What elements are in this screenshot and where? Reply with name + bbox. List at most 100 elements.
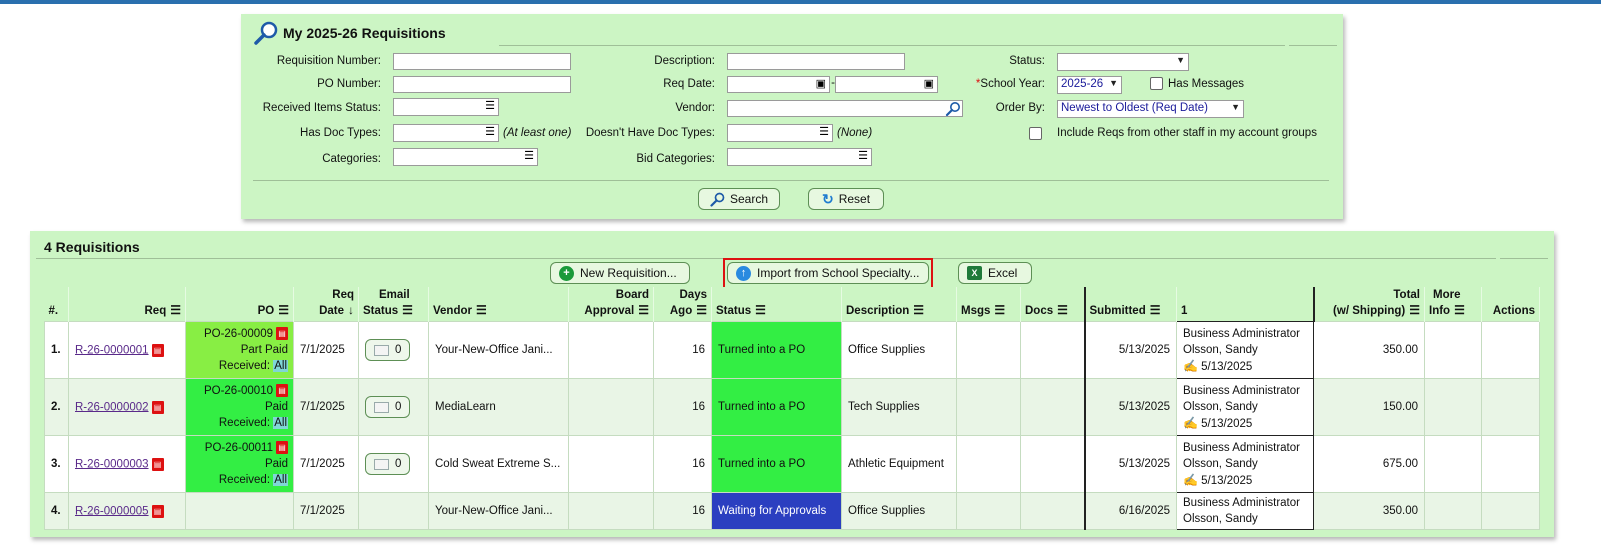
received-status-select[interactable]: ☰ xyxy=(393,98,499,116)
col-status[interactable]: Status ☰ xyxy=(711,287,842,322)
pdf-icon[interactable]: ▤ xyxy=(276,384,288,398)
req-link[interactable]: R-26-0000003 xyxy=(75,458,149,470)
col-total[interactable]: Total (w/ Shipping) ☰ xyxy=(1312,287,1425,322)
col-more-info[interactable]: More Info ☰ xyxy=(1424,287,1482,322)
filter-icon[interactable]: ☰ xyxy=(476,303,487,317)
has-doc-types-select[interactable]: ☰ xyxy=(393,124,499,142)
req-link[interactable]: R-26-0000001 xyxy=(75,344,149,356)
col-po-label: PO xyxy=(257,305,275,317)
categories-select[interactable]: ☰ xyxy=(393,148,538,166)
docs-cell xyxy=(1020,492,1085,530)
sort-down-icon[interactable]: ↓ xyxy=(348,303,354,317)
vendor-input[interactable] xyxy=(727,100,963,117)
col-po[interactable]: PO ☰ xyxy=(185,287,294,322)
filter-icon[interactable]: ☰ xyxy=(638,303,649,317)
new-requisition-button[interactable]: + New Requisition... xyxy=(550,262,690,284)
chevron-down-icon: ▼ xyxy=(1176,55,1185,65)
search-panel: My 2025-26 Requisitions Requisition Numb… xyxy=(241,14,1343,219)
po-number[interactable]: PO-26-00011 xyxy=(205,442,273,454)
col-status-label: Status xyxy=(716,305,752,317)
email-count: 0 xyxy=(395,401,402,413)
filter-icon[interactable]: ☰ xyxy=(994,303,1005,317)
req-date-cell: 7/1/2025 xyxy=(293,492,359,530)
req-date-from-input[interactable]: ▣ xyxy=(727,76,830,93)
row-number: 3. xyxy=(44,435,69,493)
has-messages-checkbox[interactable] xyxy=(1150,77,1163,90)
calendar-icon[interactable]: ▣ xyxy=(924,79,934,90)
filter-icon[interactable]: ☰ xyxy=(170,303,181,317)
school-year-select[interactable]: 2025-26 ▼ xyxy=(1057,76,1122,94)
bid-categories-select[interactable]: ☰ xyxy=(727,148,872,166)
filter-icon[interactable]: ☰ xyxy=(278,303,289,317)
col-approver: 1 xyxy=(1176,287,1314,322)
po-number-input[interactable] xyxy=(393,76,571,93)
include-reqs-checkbox[interactable] xyxy=(1029,127,1042,140)
approver-cell: Business Administrator Olsson, Sandy ✍ 5… xyxy=(1176,435,1314,493)
doesnt-have-doc-types-select[interactable]: ☰ xyxy=(727,124,833,142)
vendor-cell: MediaLearn xyxy=(428,378,569,436)
col-email-status[interactable]: Email Status ☰ xyxy=(358,287,429,322)
filter-icon[interactable]: ☰ xyxy=(1057,303,1068,317)
description-input[interactable] xyxy=(727,53,905,70)
req-date-cell: 7/1/2025 xyxy=(293,378,359,436)
school-year-value: 2025-26 xyxy=(1061,78,1104,90)
filter-icon[interactable]: ☰ xyxy=(913,303,924,317)
envelope-icon xyxy=(374,344,389,356)
excel-button[interactable]: X Excel xyxy=(958,262,1032,284)
filter-icon[interactable]: ☰ xyxy=(696,303,707,317)
search-button[interactable]: Search xyxy=(698,188,780,210)
more-info-cell xyxy=(1424,378,1482,436)
excel-icon: X xyxy=(967,266,982,280)
req-cell: R-26-0000001 ▤ xyxy=(68,321,186,379)
col-req[interactable]: Req ☰ xyxy=(68,287,186,322)
table-row: 3. R-26-0000003 ▤ PO-26-00011 ▤ Paid Recei… xyxy=(44,435,1540,493)
col-vendor[interactable]: Vendor ☰ xyxy=(428,287,569,322)
req-date-label: Req Date: xyxy=(663,78,715,90)
req-date-to-input[interactable]: ▣ xyxy=(835,76,938,93)
list-icon: ☰ xyxy=(485,126,495,138)
approver-date: 5/13/2025 xyxy=(1201,474,1253,487)
req-link[interactable]: R-26-0000002 xyxy=(75,401,149,413)
filter-icon[interactable]: ☰ xyxy=(1454,303,1465,317)
status-select[interactable]: ▼ xyxy=(1057,53,1189,71)
filter-icon[interactable]: ☰ xyxy=(755,303,766,317)
po-cell xyxy=(185,492,294,530)
table-row: 4. R-26-0000005 ▤ 7/1/2025 Your-New-Offic… xyxy=(44,492,1540,530)
pdf-icon[interactable]: ▤ xyxy=(151,400,164,414)
col-description[interactable]: Description ☰ xyxy=(841,287,957,322)
col-board-approval[interactable]: Board Approval ☰ xyxy=(568,287,654,322)
email-status-cell: 0 xyxy=(358,378,429,436)
order-by-select[interactable]: Newest to Oldest (Req Date) ▼ xyxy=(1057,100,1244,118)
req-number-input[interactable] xyxy=(393,53,571,70)
email-status-button[interactable]: 0 xyxy=(365,339,411,361)
email-status-button[interactable]: 0 xyxy=(365,453,411,475)
filter-icon[interactable]: ☰ xyxy=(402,303,413,317)
msgs-cell xyxy=(956,435,1021,493)
email-status-cell: 0 xyxy=(358,321,429,379)
email-status-button[interactable]: 0 xyxy=(365,396,411,418)
calendar-icon[interactable]: ▣ xyxy=(816,79,826,90)
received-value: All xyxy=(273,360,288,372)
col-msgs[interactable]: Msgs ☰ xyxy=(956,287,1021,322)
pdf-icon[interactable]: ▤ xyxy=(276,327,288,341)
col-submitted[interactable]: Submitted ☰ xyxy=(1083,287,1177,322)
po-cell: PO-26-00010 ▤ Paid Received: All xyxy=(185,378,294,436)
list-icon: ☰ xyxy=(819,126,829,138)
list-icon: ☰ xyxy=(485,100,495,112)
has-doc-types-label: Has Doc Types: xyxy=(300,127,381,139)
col-docs[interactable]: Docs ☰ xyxy=(1020,287,1085,322)
po-number[interactable]: PO-26-00009 xyxy=(204,328,273,340)
col-days-ago[interactable]: Days Ago ☰ xyxy=(653,287,712,322)
pdf-icon[interactable]: ▤ xyxy=(151,343,164,357)
pdf-icon[interactable]: ▤ xyxy=(151,457,164,471)
po-number[interactable]: PO-26-00010 xyxy=(204,385,273,397)
reset-button[interactable]: ↻ Reset xyxy=(808,188,884,210)
filter-icon[interactable]: ☰ xyxy=(1409,303,1420,317)
total-cell: 675.00 xyxy=(1313,435,1425,493)
pdf-icon[interactable]: ▤ xyxy=(151,504,164,518)
col-req-date[interactable]: Req Date ↓ xyxy=(293,287,359,322)
req-link[interactable]: R-26-0000005 xyxy=(75,505,149,517)
vendor-label: Vendor: xyxy=(675,102,715,114)
pdf-icon[interactable]: ▤ xyxy=(276,441,288,455)
filter-icon[interactable]: ☰ xyxy=(1150,303,1161,317)
